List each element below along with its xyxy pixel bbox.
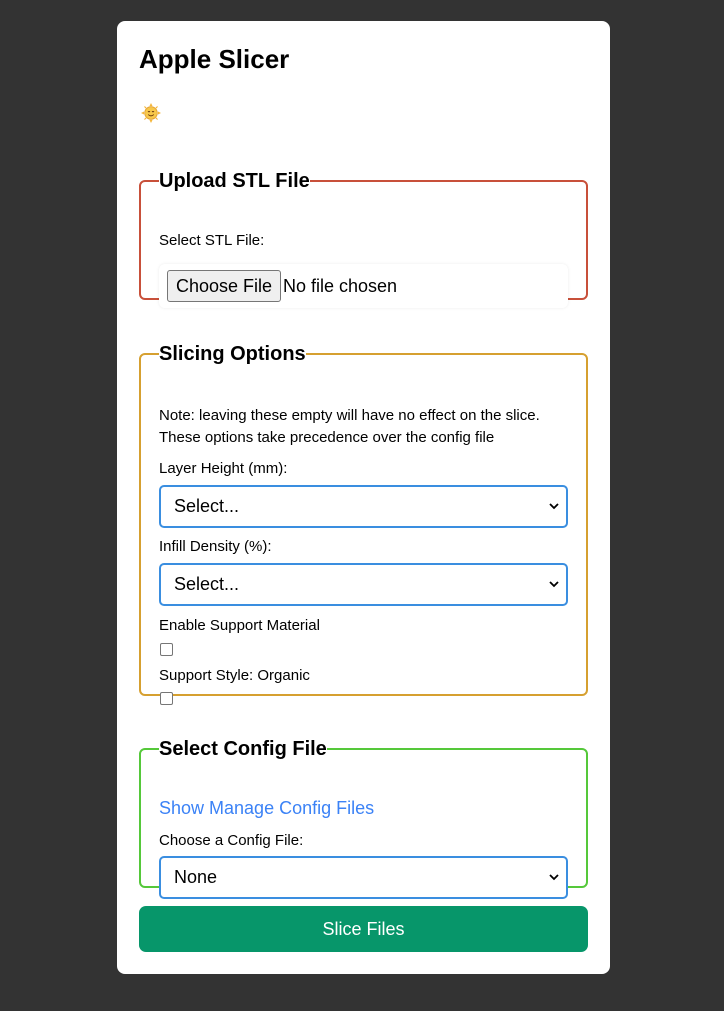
upload-section-legend: Upload STL File	[159, 170, 310, 192]
chevron-down-icon	[549, 581, 559, 588]
smiling-sun-icon	[141, 103, 161, 123]
choose-file-button[interactable]: Choose File	[167, 270, 282, 302]
slicing-note-line-2: These options take precedence over the c…	[159, 429, 495, 446]
slicing-section-legend: Slicing Options	[159, 343, 306, 365]
organic-support-label: Support Style: Organic	[159, 667, 310, 684]
slicer-card: Apple Slicer Upload STL File Select STL …	[117, 21, 610, 974]
organic-support-checkbox[interactable]	[160, 692, 173, 705]
layer-height-selected-value: Select...	[174, 496, 240, 516]
select-stl-label: Select STL File:	[159, 232, 265, 249]
config-section-legend: Select Config File	[159, 738, 327, 760]
config-selected-value: None	[174, 867, 218, 887]
chevron-down-icon	[549, 503, 559, 510]
chevron-down-icon	[549, 874, 559, 881]
layer-height-label: Layer Height (mm):	[159, 460, 288, 477]
support-material-label: Enable Support Material	[159, 617, 320, 634]
infill-density-label: Infill Density (%):	[159, 538, 272, 555]
infill-density-select[interactable]: Select...	[159, 563, 568, 606]
file-status-text: No file chosen	[283, 276, 398, 296]
slicing-options-section: Slicing Options Note: leaving these empt…	[139, 343, 588, 705]
layer-height-select[interactable]: Select...	[159, 485, 568, 528]
slicing-note-line-1: Note: leaving these empty will have no e…	[159, 407, 540, 424]
show-manage-config-link[interactable]: Show Manage Config Files	[159, 797, 374, 819]
support-material-checkbox[interactable]	[160, 643, 173, 656]
choose-config-label: Choose a Config File:	[159, 832, 304, 849]
config-file-select[interactable]: None	[159, 856, 568, 899]
config-file-section: Select Config File Show Manage Config Fi…	[139, 738, 588, 899]
slice-files-button[interactable]: Slice Files	[139, 906, 588, 952]
upload-stl-section: Upload STL File Select STL File: Choose …	[139, 170, 588, 308]
page-title: Apple Slicer	[139, 44, 290, 74]
stl-file-input[interactable]: Choose File No file chosen	[159, 264, 568, 308]
infill-density-selected-value: Select...	[174, 574, 240, 594]
